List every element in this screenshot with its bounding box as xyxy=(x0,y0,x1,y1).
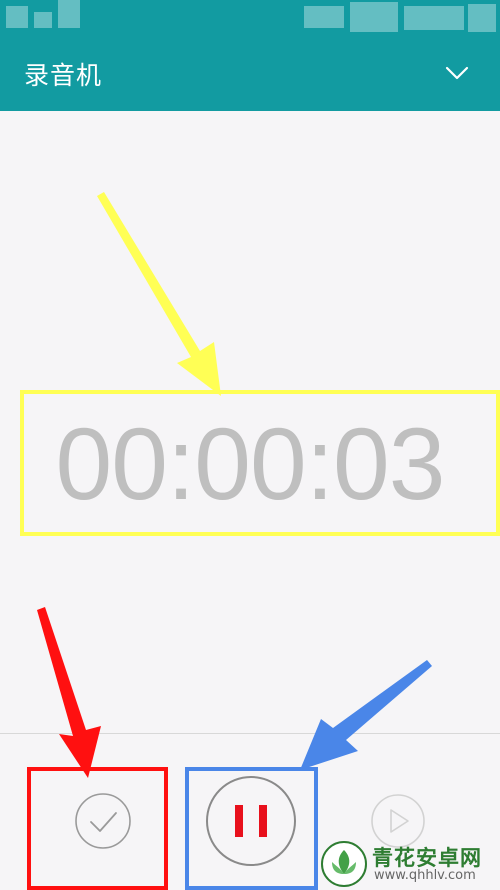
status-blur-left-3 xyxy=(58,0,80,28)
watermark-logo-icon xyxy=(321,841,367,887)
finish-recording-button[interactable] xyxy=(74,792,132,850)
site-watermark: 青花安卓网 www.qhhlv.com xyxy=(320,838,500,890)
status-blur-left xyxy=(6,6,28,28)
status-blur-right-4 xyxy=(468,4,496,32)
pause-icon xyxy=(206,776,296,866)
status-blur-right-3 xyxy=(404,6,464,30)
status-blur-right xyxy=(304,6,344,28)
check-icon xyxy=(75,793,131,849)
app-title: 录音机 xyxy=(24,61,103,90)
status-bar xyxy=(0,0,500,40)
elapsed-time-display: 00:00:03 xyxy=(55,407,445,521)
status-blur-left-2 xyxy=(34,12,52,28)
watermark-url: www.qhhlv.com xyxy=(374,868,476,883)
chevron-down-icon[interactable] xyxy=(444,60,470,86)
app-bar: 录音机 xyxy=(0,40,500,111)
pause-recording-button[interactable] xyxy=(205,775,297,867)
status-blur-right-2 xyxy=(350,2,398,32)
